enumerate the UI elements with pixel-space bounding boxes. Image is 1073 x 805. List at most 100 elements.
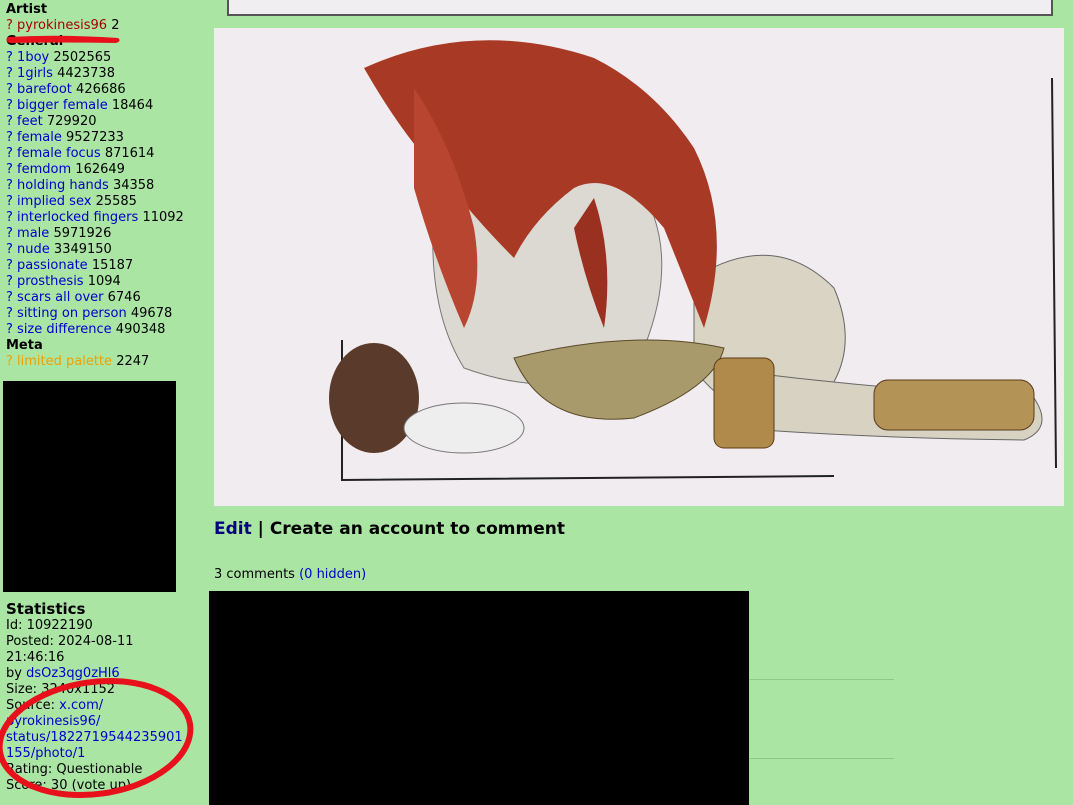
statistics-heading: Statistics [6, 600, 86, 618]
general-tag-link[interactable]: ? feet [6, 114, 43, 129]
tag-count: 6746 [107, 290, 141, 305]
meta-heading: Meta [6, 338, 43, 353]
tag-wiki-marker[interactable]: ? [6, 18, 13, 33]
general-tag-list: ? 1boy 2502565? 1girls 4423738? barefoot… [6, 50, 196, 338]
general-tag-row: ? size difference 490348 [6, 322, 196, 338]
tag-wiki-marker[interactable]: ? [6, 146, 13, 161]
tag-wiki-marker[interactable]: ? [6, 130, 13, 145]
tag-name[interactable]: holding hands [17, 178, 109, 193]
tag-wiki-marker[interactable]: ? [6, 290, 13, 305]
general-tag-row: ? male 5971926 [6, 226, 196, 242]
actions-separator: | [257, 519, 264, 539]
general-tag-link[interactable]: ? holding hands [6, 178, 109, 193]
general-tag-link[interactable]: ? passionate [6, 258, 88, 273]
tag-count: 426686 [76, 82, 126, 97]
tag-wiki-marker[interactable]: ? [6, 162, 13, 177]
tag-count: 18464 [111, 98, 154, 113]
tag-wiki-marker[interactable]: ? [6, 50, 13, 65]
tag-wiki-marker[interactable]: ? [6, 178, 13, 193]
meta-tag-link[interactable]: ? limited palette [6, 354, 112, 369]
uploader-line: by dsOz3qg0zHl6 [6, 666, 196, 682]
tag-wiki-marker[interactable]: ? [6, 274, 13, 289]
general-tag-link[interactable]: ? femdom [6, 162, 71, 177]
post-id: Id: 10922190 [6, 618, 93, 633]
tag-count: 25585 [95, 194, 137, 209]
tag-name[interactable]: pyrokinesis96 [17, 18, 107, 33]
tag-name[interactable]: sitting on person [17, 306, 127, 321]
general-tag-link[interactable]: ? size difference [6, 322, 112, 337]
post-artwork[interactable] [214, 28, 1064, 506]
tag-count: 1094 [87, 274, 121, 289]
general-tag-link[interactable]: ? implied sex [6, 194, 91, 209]
tag-wiki-marker[interactable]: ? [6, 114, 13, 129]
general-tag-link[interactable]: ? male [6, 226, 49, 241]
tag-name[interactable]: 1girls [17, 66, 53, 81]
tag-wiki-marker[interactable]: ? [6, 194, 13, 209]
tag-wiki-marker[interactable]: ? [6, 322, 13, 337]
edit-link[interactable]: Edit [214, 519, 252, 539]
tag-wiki-marker[interactable]: ? [6, 82, 13, 97]
hidden-comments-link[interactable]: (0 hidden) [299, 567, 366, 582]
general-tag-row: ? nude 3349150 [6, 242, 196, 258]
tag-name[interactable]: prosthesis [17, 274, 84, 289]
tag-count: 2502565 [53, 50, 112, 65]
source-link-part[interactable]: 155/photo/1 [6, 746, 85, 761]
general-tag-link[interactable]: ? female [6, 130, 62, 145]
tag-count: 15187 [91, 258, 134, 273]
tag-name[interactable]: size difference [17, 322, 112, 337]
general-tag-link[interactable]: ? scars all over [6, 290, 104, 305]
general-tag-link[interactable]: ? nude [6, 242, 50, 257]
general-tag-row: ? holding hands 34358 [6, 178, 196, 194]
tag-wiki-marker[interactable]: ? [6, 306, 13, 321]
tag-count: 34358 [112, 178, 155, 193]
general-tag-link[interactable]: ? interlocked fingers [6, 210, 138, 225]
general-tag-row: ? scars all over 6746 [6, 290, 196, 306]
uploader-link[interactable]: dsOz3qg0zHl6 [26, 666, 120, 681]
tag-count: 729920 [46, 114, 97, 129]
tag-wiki-marker[interactable]: ? [6, 258, 13, 273]
source-link-part[interactable]: status/1822719544235901 [6, 730, 183, 745]
source-link-part[interactable]: pyrokinesis96/ [6, 714, 100, 729]
tag-name[interactable]: scars all over [17, 290, 103, 305]
artist-tag-link[interactable]: ? pyrokinesis96 [6, 18, 107, 33]
tag-name[interactable]: bigger female [17, 98, 108, 113]
tag-name[interactable]: nude [17, 242, 50, 257]
score: Score: 30 (vote up) [6, 778, 132, 793]
general-tag-link[interactable]: ? 1girls [6, 66, 53, 81]
general-tag-link[interactable]: ? sitting on person [6, 306, 127, 321]
tag-name[interactable]: 1boy [17, 50, 49, 65]
tag-name[interactable]: male [17, 226, 49, 241]
tag-name[interactable]: female focus [17, 146, 101, 161]
tag-wiki-marker[interactable]: ? [6, 98, 13, 113]
tag-name[interactable]: feet [17, 114, 43, 129]
general-tag-row: ? 1boy 2502565 [6, 50, 196, 66]
tag-name[interactable]: femdom [17, 162, 71, 177]
tag-name[interactable]: female [17, 130, 62, 145]
general-tag-row: ? feet 729920 [6, 114, 196, 130]
general-tag-link[interactable]: ? prosthesis [6, 274, 84, 289]
meta-tag-list: ? limited palette 2247 [6, 354, 196, 370]
tag-count: 2247 [116, 354, 150, 369]
source-link-part[interactable]: x.com/ [59, 698, 103, 713]
tag-wiki-marker[interactable]: ? [6, 242, 13, 257]
comment-divider [749, 758, 894, 759]
tag-name[interactable]: barefoot [17, 82, 72, 97]
artist-heading: Artist [6, 2, 48, 17]
tag-wiki-marker[interactable]: ? [6, 210, 13, 225]
general-tag-link[interactable]: ? female focus [6, 146, 101, 161]
artist-tag-row: ? pyrokinesis96 2 [6, 18, 196, 34]
tag-name[interactable]: limited palette [17, 354, 112, 369]
tag-wiki-marker[interactable]: ? [6, 226, 13, 241]
tag-name[interactable]: passionate [17, 258, 88, 273]
tag-name[interactable]: interlocked fingers [17, 210, 138, 225]
general-tag-link[interactable]: ? 1boy [6, 50, 49, 65]
general-tag-link[interactable]: ? bigger female [6, 98, 108, 113]
general-tag-link[interactable]: ? barefoot [6, 82, 72, 97]
general-tag-row: ? barefoot 426686 [6, 82, 196, 98]
tag-name[interactable]: implied sex [17, 194, 91, 209]
redacted-ad-block [3, 381, 176, 592]
general-heading: General [6, 34, 64, 49]
general-tag-row: ? bigger female 18464 [6, 98, 196, 114]
tag-wiki-marker[interactable]: ? [6, 66, 13, 81]
tag-wiki-marker[interactable]: ? [6, 354, 13, 369]
